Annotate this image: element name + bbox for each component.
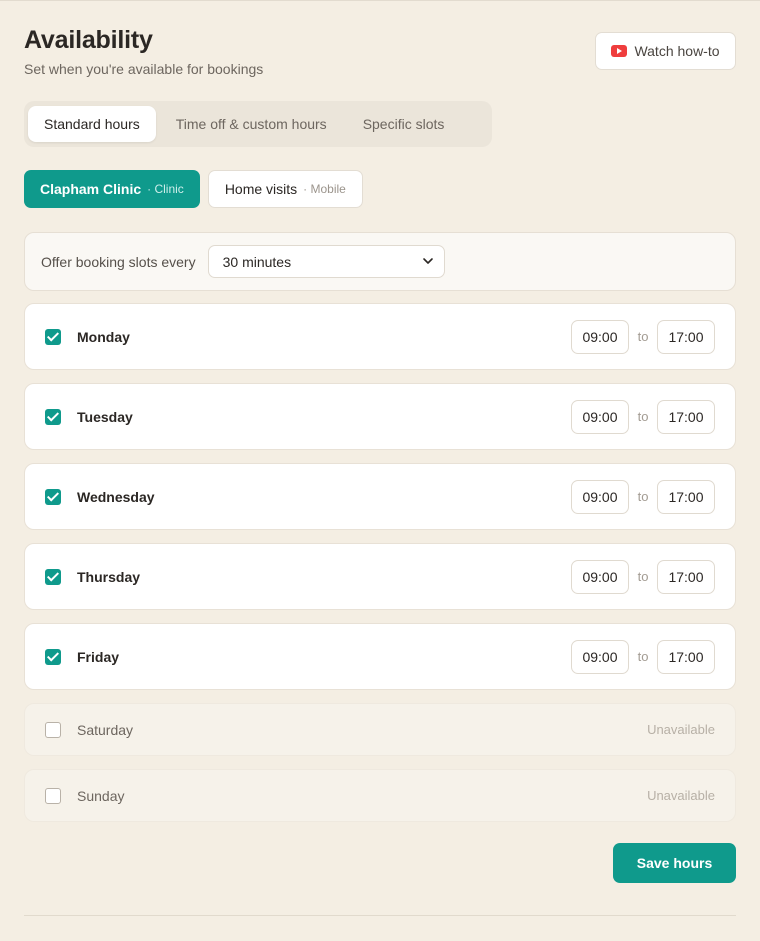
end-time-input[interactable]: 17:00 — [657, 559, 715, 594]
to-label: to — [637, 649, 649, 664]
time-range: 09:00 to 17:00 — [571, 319, 715, 354]
end-time-input[interactable]: 17:00 — [657, 399, 715, 434]
day-row-monday: Monday 09:00 to 17:00 — [24, 303, 736, 370]
start-time-input[interactable]: 09:00 — [571, 319, 629, 354]
day-row-saturday: Saturday Unavailable — [24, 703, 736, 756]
day-row-wednesday: Wednesday 09:00 to 17:00 — [24, 463, 736, 530]
chevron-down-icon — [422, 258, 433, 264]
location-name: Clapham Clinic — [40, 181, 142, 197]
time-range: 09:00 to 17:00 — [571, 639, 715, 674]
to-label: to — [637, 329, 649, 344]
day-name: Monday — [77, 328, 130, 345]
day-name: Saturday — [77, 721, 134, 738]
day-name: Thursday — [77, 568, 141, 585]
location-type: · Clinic — [147, 182, 184, 196]
unavailable-label: Unavailable — [647, 788, 715, 803]
availability-tabs: Standard hours Time off & custom hours S… — [24, 101, 492, 147]
start-time-input[interactable]: 09:00 — [571, 479, 629, 514]
unavailable-label: Unavailable — [647, 722, 715, 737]
to-label: to — [637, 409, 649, 424]
start-time-input[interactable]: 09:00 — [571, 559, 629, 594]
top-divider — [0, 0, 760, 1]
location-home-visits[interactable]: Home visits · Mobile — [207, 170, 363, 208]
day-row-thursday: Thursday 09:00 to 17:00 — [24, 543, 736, 610]
tab-specific-slots[interactable]: Specific slots — [347, 106, 461, 142]
location-selector: Clapham Clinic · Clinic Home visits · Mo… — [24, 170, 363, 208]
end-time-input[interactable]: 17:00 — [657, 319, 715, 354]
day-checkbox-tuesday[interactable] — [45, 408, 61, 425]
start-time-input[interactable]: 09:00 — [571, 399, 629, 434]
watch-how-to-button[interactable]: Watch how-to — [595, 32, 736, 70]
watch-how-to-label: Watch how-to — [634, 43, 720, 59]
day-checkbox-sunday[interactable] — [45, 787, 61, 804]
time-range: 09:00 to 17:00 — [571, 479, 715, 514]
slot-interval-select[interactable]: 30 minutes — [207, 245, 445, 278]
save-hours-button[interactable]: Save hours — [613, 843, 736, 883]
tab-time-off-custom-hours[interactable]: Time off & custom hours — [160, 106, 343, 142]
day-checkbox-friday[interactable] — [45, 648, 61, 665]
slot-interval-value: 30 minutes — [222, 253, 292, 270]
day-name: Sunday — [77, 787, 125, 804]
day-checkbox-wednesday[interactable] — [45, 488, 61, 505]
slot-interval-label: Offer booking slots every — [41, 253, 196, 270]
day-checkbox-thursday[interactable] — [45, 568, 61, 585]
page-title: Availability — [24, 26, 153, 54]
end-time-input[interactable]: 17:00 — [657, 479, 715, 514]
time-range: 09:00 to 17:00 — [571, 559, 715, 594]
page-subtitle: Set when you're available for bookings — [24, 61, 264, 77]
youtube-icon — [611, 45, 628, 57]
day-row-friday: Friday 09:00 to 17:00 — [24, 623, 736, 690]
time-range: 09:00 to 17:00 — [571, 399, 715, 434]
day-row-sunday: Sunday Unavailable — [24, 769, 736, 822]
to-label: to — [637, 569, 649, 584]
day-name: Wednesday — [77, 488, 155, 505]
location-name: Home visits — [224, 181, 298, 197]
day-checkbox-saturday[interactable] — [45, 721, 61, 738]
day-name: Tuesday — [77, 408, 133, 425]
day-row-tuesday: Tuesday 09:00 to 17:00 — [24, 383, 736, 450]
location-type: · Mobile — [303, 182, 346, 196]
tab-standard-hours[interactable]: Standard hours — [28, 106, 156, 142]
to-label: to — [637, 489, 649, 504]
page-header: Availability Set when you're available f… — [24, 26, 263, 77]
location-clapham-clinic[interactable]: Clapham Clinic · Clinic — [24, 170, 200, 208]
slot-interval-card: Offer booking slots every 30 minutes — [24, 232, 736, 291]
end-time-input[interactable]: 17:00 — [657, 639, 715, 674]
day-name: Friday — [77, 648, 120, 665]
start-time-input[interactable]: 09:00 — [571, 639, 629, 674]
footer-divider — [24, 915, 736, 916]
day-checkbox-monday[interactable] — [45, 328, 61, 345]
